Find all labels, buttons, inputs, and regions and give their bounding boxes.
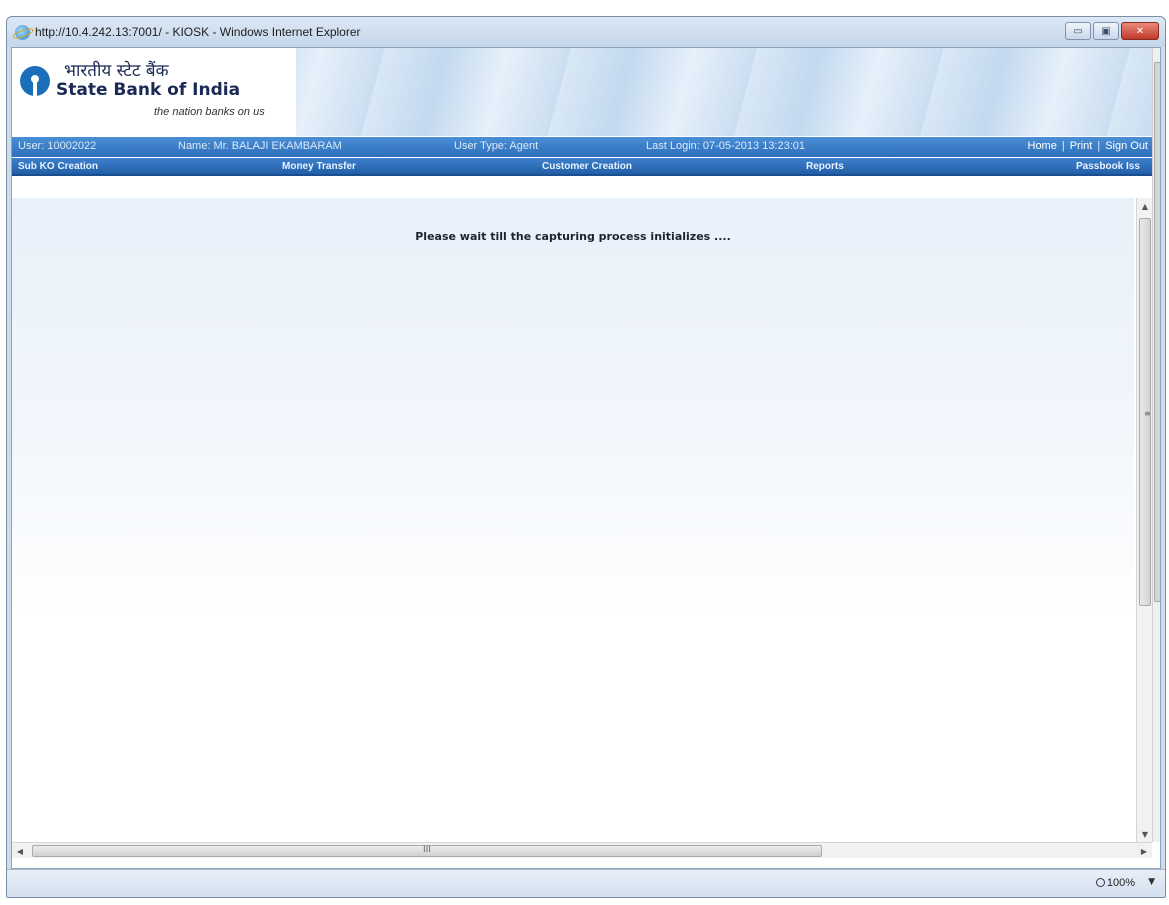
page-scroll-thumb[interactable] xyxy=(1154,62,1160,602)
minimize-button[interactable]: ▭ xyxy=(1065,22,1091,40)
header-links: Home | Print | Sign Out xyxy=(1028,140,1149,152)
menu-customer-creation[interactable]: Customer Creation xyxy=(542,161,632,172)
link-separator: | xyxy=(1097,140,1101,152)
zoom-value: 100% xyxy=(1106,877,1135,889)
page-vertical-scrollbar[interactable] xyxy=(1152,48,1160,842)
zoom-dropdown-icon[interactable]: ▼ xyxy=(1148,877,1155,887)
print-link[interactable]: Print xyxy=(1070,140,1093,152)
zoom-icon xyxy=(1095,878,1105,887)
scroll-grip-icon: III xyxy=(423,845,431,855)
sbi-logo: भारतीय स्टेट बैंक State Bank of India th… xyxy=(12,48,296,136)
horizontal-scroll-thumb[interactable]: III xyxy=(32,845,822,857)
menu-sub-ko-creation[interactable]: Sub KO Creation xyxy=(18,161,98,172)
scroll-right-icon[interactable]: ▶ xyxy=(1136,843,1152,859)
maximize-button[interactable]: ▣ xyxy=(1093,22,1119,40)
scroll-left-icon[interactable]: ◀ xyxy=(12,843,28,859)
browser-window: http://10.4.242.13:7001/ - KIOSK - Windo… xyxy=(6,16,1166,898)
vertical-scroll-thumb[interactable]: ≡ xyxy=(1139,218,1151,606)
menu-money-transfer[interactable]: Money Transfer xyxy=(282,161,356,172)
window-title: http://10.4.242.13:7001/ - KIOSK - Windo… xyxy=(35,25,361,39)
menu-reports[interactable]: Reports xyxy=(806,161,844,172)
bank-name-hindi: भारतीय स्टेट बैंक xyxy=(64,61,169,81)
menu-passbook-issue[interactable]: Passbook Iss xyxy=(1076,161,1140,172)
scroll-grip-icon: ≡ xyxy=(1144,409,1151,418)
main-menu: Sub KO Creation Money Transfer Customer … xyxy=(12,158,1152,176)
scroll-up-icon[interactable]: ▲ xyxy=(1137,198,1153,214)
frame-vertical-scrollbar[interactable]: ▲ ≡ ▼ xyxy=(1136,198,1152,842)
home-link[interactable]: Home xyxy=(1028,140,1057,152)
user-id: User: 10002022 xyxy=(18,140,97,152)
scroll-down-icon[interactable]: ▼ xyxy=(1137,826,1153,842)
horizontal-scrollbar[interactable]: ◀ III ▶ xyxy=(12,842,1152,858)
wait-message: Please wait till the capturing process i… xyxy=(415,230,731,243)
status-bar: 100% ▼ xyxy=(7,869,1165,897)
user-name: Name: Mr. BALAJI EKAMBARAM xyxy=(178,140,342,152)
internet-explorer-icon xyxy=(15,25,30,40)
user-type: User Type: Agent xyxy=(454,140,539,152)
close-button[interactable]: ✕ xyxy=(1121,22,1159,40)
last-login: Last Login: 07-05-2013 13:23:01 xyxy=(646,140,806,152)
page-viewport: भारतीय स्टेट बैंक State Bank of India th… xyxy=(11,47,1161,869)
bank-name: State Bank of India xyxy=(56,80,241,100)
zoom-level[interactable]: 100% xyxy=(1095,877,1135,889)
title-bar: http://10.4.242.13:7001/ - KIOSK - Windo… xyxy=(7,17,1165,47)
link-separator: | xyxy=(1061,140,1065,152)
user-info-bar: User: 10002022 Name: Mr. BALAJI EKAMBARA… xyxy=(12,137,1152,157)
sbi-logo-icon xyxy=(20,66,50,96)
capture-frame: Please wait till the capturing process i… xyxy=(12,198,1134,842)
header-banner: भारतीय स्टेट बैंक State Bank of India th… xyxy=(12,48,1152,136)
window-controls: ▭ ▣ ✕ xyxy=(1065,22,1159,40)
sign-out-link[interactable]: Sign Out xyxy=(1105,140,1148,152)
bank-tagline: the nation banks on us xyxy=(154,106,265,118)
